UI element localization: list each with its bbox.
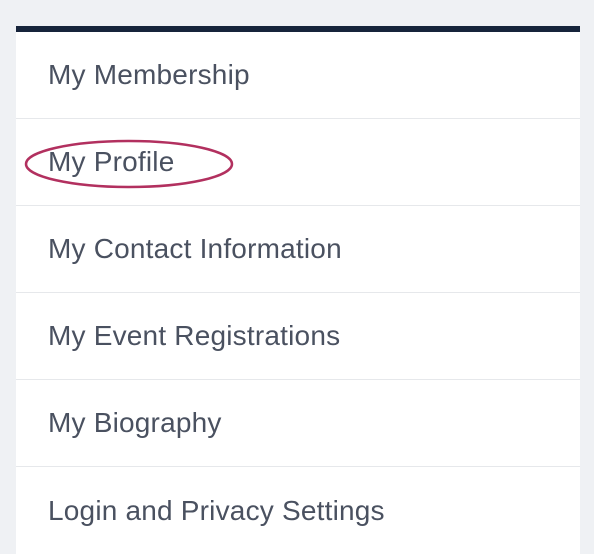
menu-item-label: My Membership [48,59,250,90]
menu-item-label: My Contact Information [48,233,342,264]
menu-item-my-membership[interactable]: My Membership [16,32,580,119]
menu-item-label: My Profile [48,146,175,177]
menu-item-label: Login and Privacy Settings [48,494,385,526]
menu-item-label: My Biography [48,407,222,438]
menu-item-my-contact-information[interactable]: My Contact Information [16,206,580,293]
menu-item-my-profile[interactable]: My Profile [16,119,580,206]
menu-item-my-event-registrations[interactable]: My Event Registrations [16,293,580,380]
menu-item-login-and-privacy-settings[interactable]: Login and Privacy Settings [16,467,580,554]
menu-item-label: My Event Registrations [48,320,341,351]
account-menu-list: My Membership My Profile My Contact Info… [16,32,580,554]
menu-item-my-biography[interactable]: My Biography [16,380,580,467]
account-menu: My Membership My Profile My Contact Info… [16,26,580,554]
